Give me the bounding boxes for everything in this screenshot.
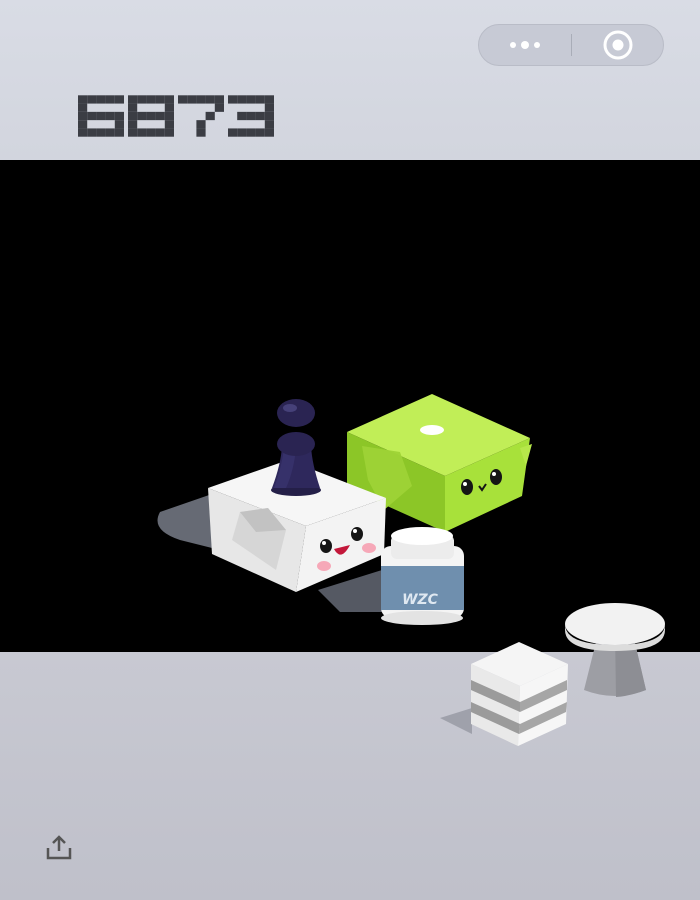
white-box-shadow: [157, 494, 212, 548]
wzc-jar: WZC: [381, 527, 464, 625]
game-scene: WZC: [157, 394, 665, 746]
round-table: [565, 603, 665, 697]
share-upload-icon[interactable]: [44, 834, 74, 862]
player-piece: [271, 399, 321, 496]
striped-box: [471, 642, 568, 746]
striped-box-shadow: [440, 708, 472, 734]
jar-label: WZC: [402, 592, 439, 608]
